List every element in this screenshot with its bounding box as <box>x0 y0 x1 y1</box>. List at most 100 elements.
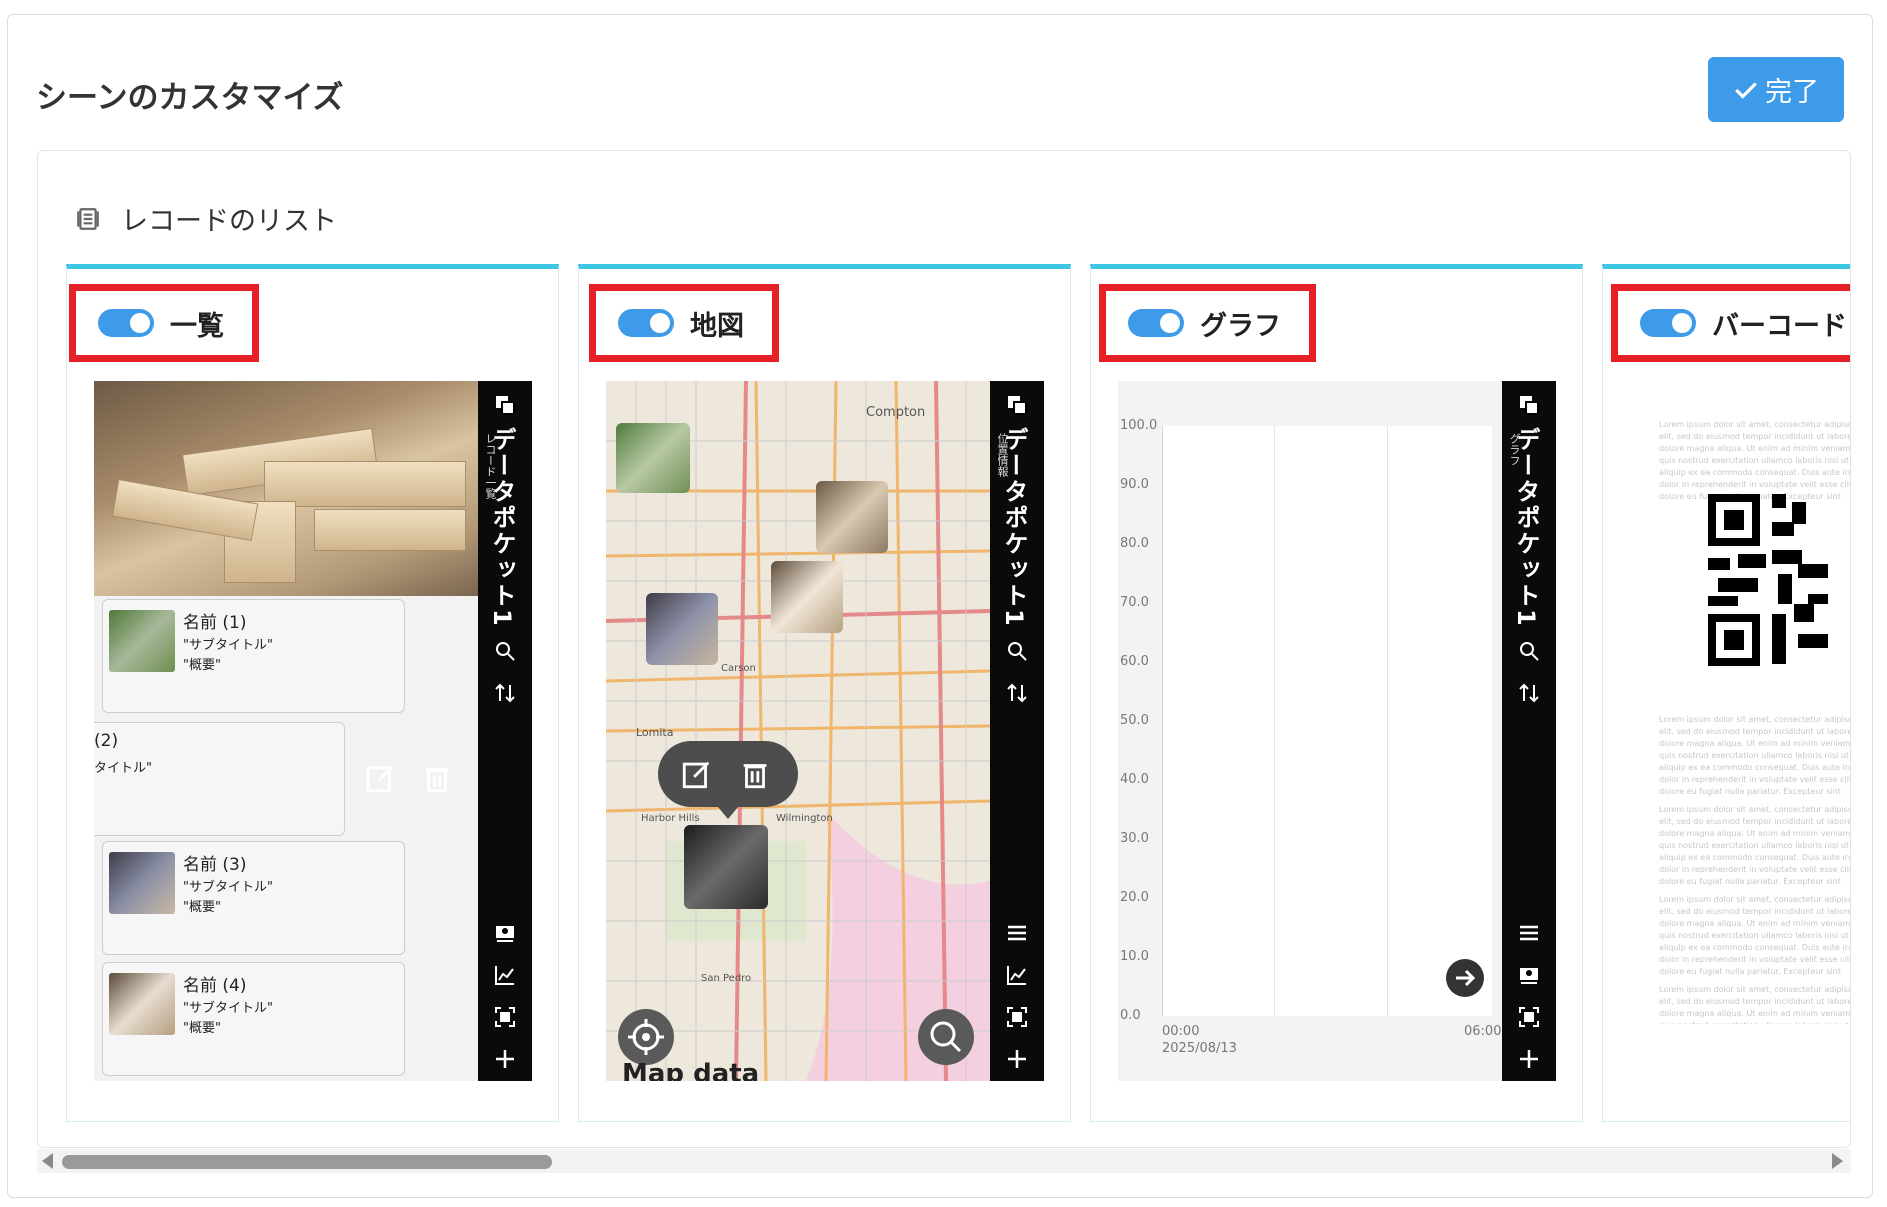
map-search-button[interactable] <box>918 1009 974 1065</box>
svg-text:Harbor Hills: Harbor Hills <box>641 813 700 824</box>
scene-toggle-graph[interactable] <box>1128 309 1184 337</box>
map-attribution: Map data <box>622 1059 760 1081</box>
map-pin-icon[interactable] <box>493 921 517 945</box>
map-view[interactable]: Compton Carson Lomita Harbor Hills Wilmi… <box>606 381 991 1081</box>
sort-icon[interactable] <box>1005 681 1029 705</box>
add-icon[interactable] <box>1517 1047 1541 1071</box>
search-icon[interactable] <box>1005 639 1029 663</box>
scene-toggle-list[interactable] <box>98 309 154 337</box>
scan-icon[interactable] <box>493 1005 517 1029</box>
scene-label: バーコード <box>1712 310 1847 342</box>
sample-text: Lorem ipsum dolor sit amet, consectetur … <box>1659 420 1851 501</box>
chart-icon[interactable] <box>493 963 517 987</box>
y-tick-label: 10.0 <box>1120 949 1149 964</box>
scan-icon[interactable] <box>1517 1005 1541 1029</box>
list-preview: 名前 (1) "サブタイトル" "概要" (2) タイトル" 名前 (3) "サ… <box>94 381 532 1081</box>
qr-code-icon <box>1708 494 1828 666</box>
scene-toggle-map[interactable] <box>618 309 674 337</box>
dialog-title: シーンのカスタマイズ <box>36 80 344 116</box>
scene-card-map[interactable]: 地図 Compton Carson Lomita Harbor Hills Wi… <box>578 264 1071 1122</box>
copy-icon[interactable] <box>1517 393 1541 417</box>
scan-icon[interactable] <box>1005 1005 1029 1029</box>
map-preview: Compton Carson Lomita Harbor Hills Wilmi… <box>606 381 1044 1081</box>
y-tick-label: 70.0 <box>1120 595 1149 610</box>
y-tick-label: 20.0 <box>1120 890 1149 905</box>
list-item-swiped[interactable]: (2) タイトル" <box>94 722 345 836</box>
y-tick-label: 100.0 <box>1120 418 1158 433</box>
add-icon[interactable] <box>1005 1047 1029 1071</box>
locate-button[interactable] <box>618 1009 674 1065</box>
map-pin-icon[interactable] <box>1517 963 1541 987</box>
section-header: レコードのリスト <box>75 199 337 238</box>
marker-popup <box>658 741 798 819</box>
app-sidebar: データポケット1 グラフ <box>1502 381 1556 1081</box>
scene-card-barcode[interactable]: バーコード Lorem ipsum dolor sit amet, consec… <box>1602 264 1851 1122</box>
record-summary: "概要" <box>183 1021 221 1036</box>
sample-text: Lorem ipsum dolor sit amet, consectetur … <box>1659 985 1851 1024</box>
section-title: レコードのリスト <box>121 206 337 237</box>
scene-toggle-row: バーコード <box>1611 284 1850 362</box>
record-subtitle: タイトル" <box>94 761 152 776</box>
record-name: 名前 (1) <box>183 613 247 633</box>
copy-icon[interactable] <box>493 393 517 417</box>
record-name: 名前 (3) <box>183 855 247 875</box>
scene-label: グラフ <box>1200 310 1281 342</box>
scene-toggle-row: 一覧 <box>69 284 259 362</box>
sample-text: Lorem ipsum dolor sit amet, consectetur … <box>1659 715 1851 796</box>
check-icon <box>1735 81 1757 99</box>
edit-icon[interactable] <box>680 757 714 791</box>
app-subtitle: 位置情報 <box>996 433 1009 477</box>
scene-card-list[interactable]: 一覧 名前 (1) "サブタイトル" "概要" (2) タイトル" 名前 (3)… <box>66 264 559 1122</box>
search-icon[interactable] <box>1517 639 1541 663</box>
trash-icon[interactable] <box>420 761 454 795</box>
list-document-icon <box>77 207 99 230</box>
record-subtitle: "サブタイトル" <box>183 1001 273 1016</box>
y-tick-label: 80.0 <box>1120 536 1149 551</box>
sample-text: Lorem ipsum dolor sit amet, consectetur … <box>1659 895 1851 976</box>
x-tick-label: 00:00 2025/08/13 <box>1162 1024 1237 1056</box>
map-marker-photo[interactable] <box>616 423 690 493</box>
scroll-left-icon[interactable] <box>42 1153 53 1169</box>
chart-icon[interactable] <box>1005 963 1029 987</box>
app-sidebar: データポケット1 位置情報 <box>990 381 1044 1081</box>
done-button[interactable]: 完了 <box>1708 57 1844 122</box>
sort-icon[interactable] <box>493 681 517 705</box>
map-marker-photo[interactable] <box>771 561 843 633</box>
y-tick-label: 60.0 <box>1120 654 1149 669</box>
map-marker-photo[interactable] <box>646 593 718 665</box>
record-name: 名前 (4) <box>183 976 247 996</box>
svg-text:Lomita: Lomita <box>636 726 674 739</box>
sort-icon[interactable] <box>1517 681 1541 705</box>
y-tick-label: 50.0 <box>1120 713 1149 728</box>
svg-text:San Pedro: San Pedro <box>701 973 751 984</box>
edit-icon[interactable] <box>364 761 398 795</box>
scene-toggle-row: 地図 <box>589 284 779 362</box>
scene-card-graph[interactable]: グラフ 100.0 90.0 80.0 70.0 60.0 50.0 40.0 30.0 20.… <box>1090 264 1583 1122</box>
sample-text: Lorem ipsum dolor sit amet, consectetur … <box>1659 805 1851 886</box>
list-icon[interactable] <box>1517 921 1541 945</box>
app-subtitle: レコード一覧 <box>484 433 497 499</box>
list-item[interactable]: 名前 (4) "サブタイトル" "概要" <box>102 962 405 1076</box>
add-icon[interactable] <box>493 1047 517 1071</box>
scene-toggle-barcode[interactable] <box>1640 309 1696 337</box>
svg-text:Carson: Carson <box>721 663 756 674</box>
scroll-right-icon[interactable] <box>1832 1153 1843 1169</box>
list-item[interactable]: 名前 (1) "サブタイトル" "概要" <box>102 599 405 713</box>
list-icon[interactable] <box>1005 921 1029 945</box>
map-marker-photo[interactable] <box>816 481 888 553</box>
next-arrow-button[interactable] <box>1446 959 1484 997</box>
done-label: 完了 <box>1765 77 1819 108</box>
list-item[interactable]: 名前 (3) "サブタイトル" "概要" <box>102 841 405 955</box>
trash-icon[interactable] <box>738 757 772 791</box>
map-marker-photo[interactable] <box>684 825 768 909</box>
search-icon[interactable] <box>493 639 517 663</box>
svg-text:Wilmington: Wilmington <box>776 813 833 824</box>
scrollbar-thumb[interactable] <box>62 1155 552 1169</box>
copy-icon[interactable] <box>1005 393 1029 417</box>
record-subtitle: "サブタイトル" <box>183 880 273 895</box>
record-summary: "概要" <box>183 900 221 915</box>
y-tick-label: 40.0 <box>1120 772 1149 787</box>
record-thumbnail <box>109 973 175 1035</box>
scene-label: 地図 <box>690 310 744 342</box>
record-thumbnail <box>109 852 175 914</box>
